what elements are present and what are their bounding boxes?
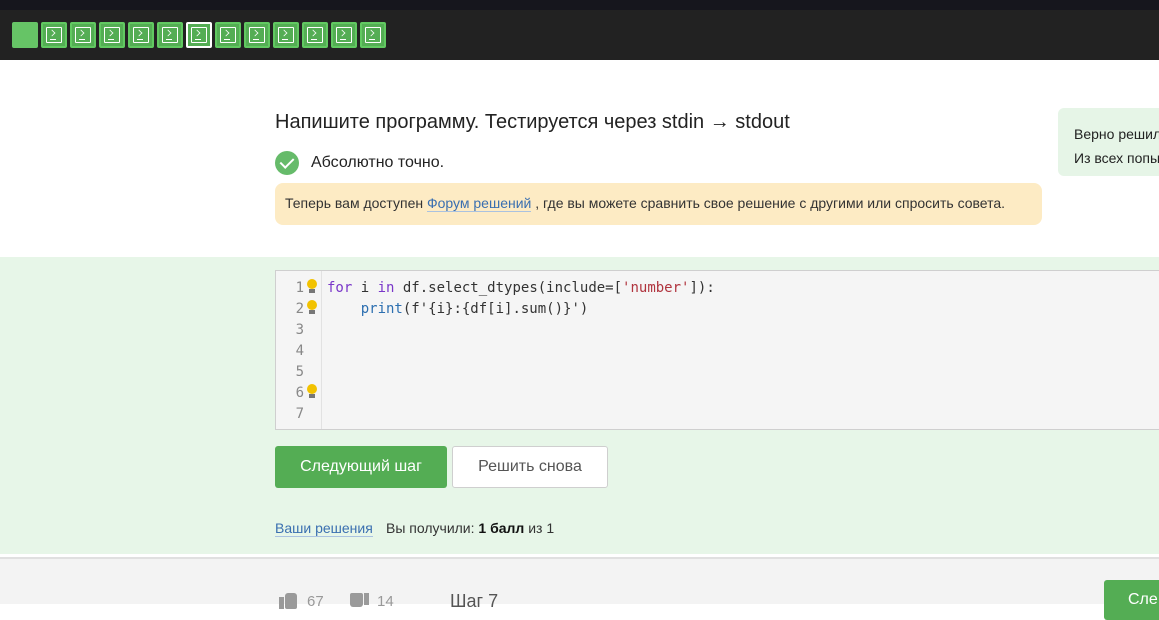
likes-count: 67 bbox=[307, 593, 324, 610]
step-8-button[interactable] bbox=[215, 22, 241, 48]
step-1-button[interactable] bbox=[12, 22, 38, 48]
step-12-button[interactable] bbox=[331, 22, 357, 48]
step-6-button[interactable] bbox=[157, 22, 183, 48]
terminal-icon bbox=[220, 27, 236, 43]
bottom-bar bbox=[0, 557, 1159, 604]
retry-button[interactable]: Решить снова bbox=[452, 446, 608, 488]
terminal-icon bbox=[75, 27, 91, 43]
line-number: 3 bbox=[295, 322, 304, 338]
code-text: i bbox=[352, 280, 378, 296]
code-text: (f'{i}:{df[i].sum()}') bbox=[402, 301, 589, 317]
line-gutter: 1 2 3 4 5 6 7 bbox=[276, 271, 322, 429]
step-7-button-current[interactable] bbox=[186, 22, 212, 48]
step-13-button[interactable] bbox=[360, 22, 386, 48]
line-number: 5 bbox=[295, 364, 304, 380]
step-5-button[interactable] bbox=[128, 22, 154, 48]
code-text: ]): bbox=[689, 280, 715, 296]
code-text: df.select_dtypes(include=[ bbox=[394, 280, 623, 296]
score-text: Вы получили: 1 балл из 1 bbox=[386, 520, 554, 536]
keyword: in bbox=[377, 280, 395, 296]
terminal-icon bbox=[278, 27, 294, 43]
score-value: 1 балл bbox=[478, 520, 525, 536]
terminal-icon bbox=[104, 27, 120, 43]
line-number: 1 bbox=[295, 280, 304, 296]
score-suffix: из 1 bbox=[524, 520, 555, 536]
terminal-icon bbox=[46, 27, 62, 43]
terminal-icon bbox=[307, 27, 323, 43]
score-prefix: Вы получили: bbox=[386, 520, 479, 536]
result-message: Абсолютно точно. bbox=[311, 154, 445, 171]
next-button-bottom[interactable]: Сле bbox=[1104, 580, 1159, 620]
forum-link[interactable]: Форум решений bbox=[426, 195, 532, 212]
code-editor[interactable]: 1 2 3 4 5 6 7 for i in df.select_dtypes(… bbox=[275, 270, 1159, 430]
thumbs-down-icon[interactable] bbox=[349, 593, 369, 607]
step-navigation-bar bbox=[0, 10, 1159, 70]
stats-line-2: Из всех попы bbox=[1074, 150, 1159, 166]
top-strip bbox=[0, 0, 1159, 10]
thumbs-up-icon[interactable] bbox=[279, 593, 299, 609]
checkmark-icon bbox=[275, 151, 299, 175]
stats-line-1: Верно решил bbox=[1074, 126, 1159, 142]
function-name: print bbox=[360, 301, 403, 317]
task-title: Напишите программу. Тестируется через st… bbox=[275, 111, 790, 133]
step-label: Шаг 7 bbox=[450, 591, 499, 611]
terminal-icon bbox=[133, 27, 149, 43]
your-solutions-link[interactable]: Ваши решения bbox=[275, 520, 373, 537]
notice-text-before: Теперь вам доступен bbox=[285, 195, 427, 211]
line-number: 2 bbox=[295, 301, 304, 317]
line-number: 6 bbox=[295, 385, 304, 401]
current-step-pointer bbox=[191, 60, 209, 70]
code-line-2: print(f'{i}:{df[i].sum()}') bbox=[327, 299, 589, 320]
keyword: for bbox=[327, 280, 353, 296]
terminal-icon bbox=[249, 27, 265, 43]
code-line-1: for i in df.select_dtypes(include=['numb… bbox=[327, 278, 715, 299]
line-number: 7 bbox=[295, 406, 304, 422]
terminal-icon bbox=[191, 27, 207, 43]
forum-notice: Теперь вам доступен Форум решений , где … bbox=[275, 183, 1042, 225]
step-10-button[interactable] bbox=[273, 22, 299, 48]
step-4-button[interactable] bbox=[99, 22, 125, 48]
terminal-icon bbox=[365, 27, 381, 43]
line-number: 4 bbox=[295, 343, 304, 359]
terminal-icon bbox=[336, 27, 352, 43]
dislikes-count: 14 bbox=[377, 593, 394, 610]
step-11-button[interactable] bbox=[302, 22, 328, 48]
step-9-button[interactable] bbox=[244, 22, 270, 48]
next-step-button[interactable]: Следующий шаг bbox=[275, 446, 447, 488]
stats-card: Верно решил Из всех попы bbox=[1058, 108, 1159, 176]
string-literal: 'number' bbox=[622, 280, 690, 296]
step-3-button[interactable] bbox=[70, 22, 96, 48]
lightbulb-icon[interactable] bbox=[306, 384, 318, 400]
lightbulb-icon[interactable] bbox=[306, 279, 318, 295]
step-2-button[interactable] bbox=[41, 22, 67, 48]
lightbulb-icon[interactable] bbox=[306, 300, 318, 316]
notice-text-after: , где вы можете сравнить свое решение с … bbox=[535, 195, 1006, 211]
terminal-icon bbox=[162, 27, 178, 43]
